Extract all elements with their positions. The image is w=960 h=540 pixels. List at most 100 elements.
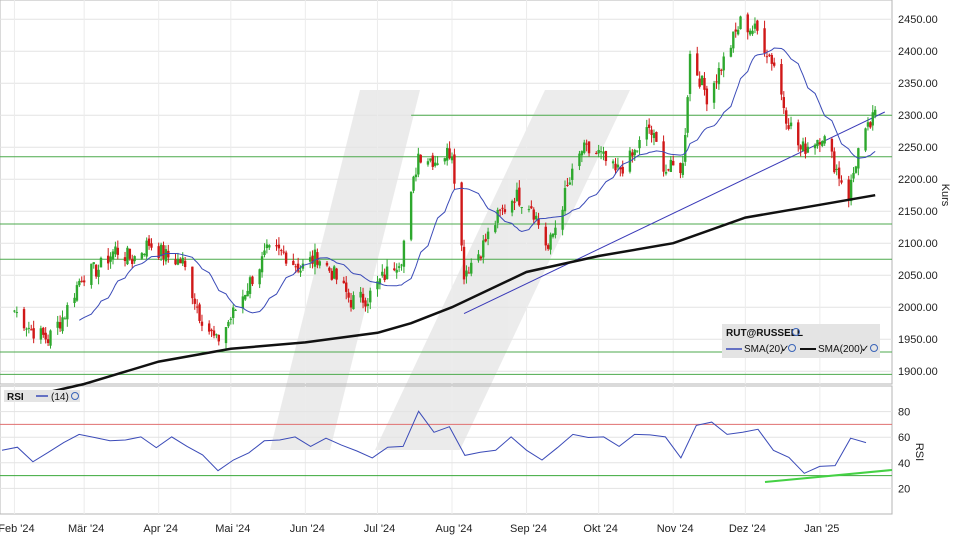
candle-body — [61, 317, 64, 332]
candle-body — [780, 64, 783, 95]
candle-body — [450, 156, 454, 161]
candle-body — [393, 268, 396, 271]
candle-body — [97, 269, 100, 277]
candle-body — [768, 54, 771, 56]
y-tick-label: 2200.00 — [898, 174, 938, 186]
candle-body — [734, 29, 737, 32]
candle-body — [330, 270, 333, 280]
candle-body — [431, 155, 434, 167]
x-tick-label: Mär '24 — [68, 523, 104, 535]
candle-body — [359, 291, 362, 298]
candle-body — [477, 254, 480, 261]
legend-sma20-check-icon[interactable]: ✓ — [781, 344, 789, 355]
x-tick-label: Nov '24 — [657, 523, 694, 535]
candle-body — [518, 187, 521, 206]
candle-body — [465, 270, 468, 277]
candle-body — [167, 250, 170, 258]
candle-body — [746, 14, 749, 33]
candle-body — [818, 142, 822, 145]
candle-body — [27, 327, 31, 329]
rsi-y-tick-label: 80 — [898, 407, 910, 419]
candle-body — [284, 252, 288, 264]
candle-body — [614, 163, 617, 171]
candle-body — [479, 256, 483, 259]
candle-body — [527, 209, 531, 211]
candle-body — [751, 30, 754, 34]
candle-body — [258, 269, 261, 285]
y-tick-label: 2350.00 — [898, 78, 938, 90]
candle-body — [763, 28, 766, 54]
candle-body — [501, 207, 504, 209]
main-legend: RUT@RUSSELL SMA(20) ✓ SMA(200) ✓ — [722, 324, 880, 358]
candle-body — [544, 226, 547, 246]
candle-body — [200, 321, 204, 326]
candle-body — [688, 53, 692, 94]
candle-body — [318, 261, 321, 266]
candle-body — [133, 256, 136, 262]
candle-body — [114, 246, 117, 255]
candle-body — [63, 318, 67, 320]
candle-body — [44, 332, 47, 340]
candle-body — [385, 266, 389, 279]
candle-body — [49, 330, 52, 346]
candle-body — [837, 167, 841, 179]
x-tick-label: Okt '24 — [583, 523, 618, 535]
candle-body — [241, 296, 245, 309]
candle-body — [672, 160, 675, 166]
candle-body — [712, 82, 716, 103]
candle-body — [503, 209, 507, 213]
y-axis-title-rsi: RSI — [913, 443, 925, 461]
y-tick-label: 2400.00 — [898, 46, 938, 58]
candle-body — [443, 158, 446, 162]
candle-body — [549, 234, 552, 250]
candle-body — [494, 225, 497, 233]
candle-body — [698, 78, 701, 87]
candle-body — [797, 122, 800, 146]
candle-body — [561, 209, 564, 230]
candle-body — [265, 244, 269, 249]
candle-body — [482, 240, 485, 258]
candle-body — [785, 110, 788, 124]
candle-body — [94, 264, 98, 277]
candle-body — [782, 97, 786, 108]
candle-body — [715, 81, 718, 83]
candle-body — [854, 166, 858, 173]
candle-body — [99, 257, 103, 268]
candle-body — [347, 292, 350, 298]
candle-body — [460, 182, 463, 246]
candle-body — [345, 282, 348, 292]
candle-body — [210, 329, 213, 331]
candle-body — [174, 259, 177, 265]
candle-body — [669, 159, 673, 172]
candle-body — [830, 138, 834, 152]
candle-body — [520, 207, 523, 209]
candle-body — [849, 179, 853, 202]
candle-body — [835, 168, 838, 170]
candle-body — [229, 318, 233, 320]
candle-body — [667, 169, 670, 171]
x-tick-label: Aug '24 — [436, 523, 473, 535]
candle-body — [325, 262, 329, 266]
x-tick-label: Jan '25 — [804, 523, 839, 535]
candle-body — [342, 280, 346, 284]
candle-body — [554, 227, 557, 236]
candle-body — [869, 122, 872, 128]
candle-body — [635, 150, 639, 152]
candle-body — [147, 238, 151, 246]
candle-body — [268, 245, 271, 248]
candle-body — [402, 240, 406, 267]
candle-body — [436, 163, 439, 165]
candle-body — [275, 245, 278, 247]
candle-body — [681, 163, 685, 175]
candle-body — [369, 290, 372, 303]
candle-body — [587, 141, 591, 154]
candle-body — [381, 271, 384, 276]
x-tick-label: Dez '24 — [729, 523, 766, 535]
candle-body — [215, 334, 218, 336]
candle-body — [308, 257, 312, 262]
candle-body — [722, 56, 725, 71]
candle-body — [46, 339, 50, 344]
candle-body — [787, 125, 790, 129]
legend-sma200-check-icon[interactable]: ✓ — [861, 344, 869, 355]
rsi-y-tick-label: 20 — [898, 483, 910, 495]
